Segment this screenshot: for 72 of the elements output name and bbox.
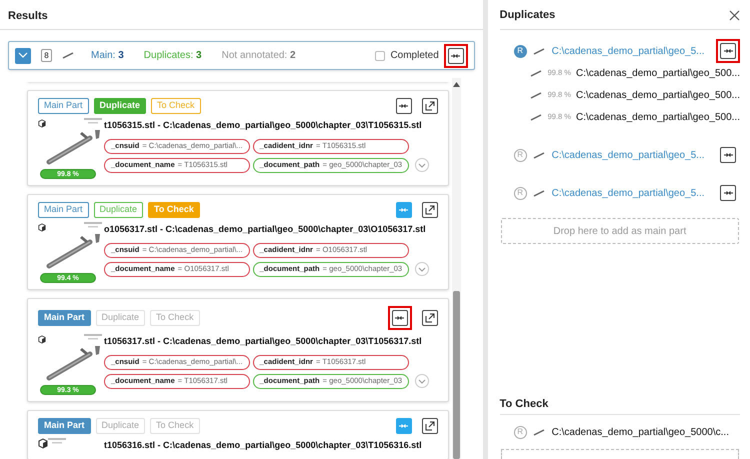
arrow-out-icon bbox=[424, 205, 435, 215]
tag-button[interactable]: Main Part bbox=[38, 98, 89, 114]
tag-button[interactable]: Duplicate bbox=[94, 98, 146, 114]
open-button[interactable] bbox=[422, 310, 438, 326]
merge-button[interactable] bbox=[720, 185, 736, 201]
drop-zone[interactable]: Drop here to add as main part bbox=[500, 218, 739, 244]
file-link[interactable]: C:\cadenas_demo_partial\geo_5... bbox=[552, 186, 705, 200]
arrow-out-icon bbox=[424, 313, 435, 323]
count-badge: 8 bbox=[41, 49, 52, 62]
open-button[interactable] bbox=[422, 418, 438, 434]
line-part-icon bbox=[530, 90, 542, 100]
file-title: o1056317.stl - C:\cadenas_demo_partial\geo_5000\chapter_03\O1056317.stl bbox=[104, 223, 427, 236]
thumbnail-caption-drawing bbox=[84, 118, 102, 124]
merge-button[interactable] bbox=[448, 48, 464, 64]
expand-toggle[interactable] bbox=[15, 48, 31, 64]
chevron-down-icon bbox=[418, 162, 426, 168]
file-path: C:\cadenas_demo_partial\geo_500... bbox=[576, 66, 740, 80]
stat-label: Duplicates: 3 bbox=[144, 49, 202, 63]
merge-button[interactable] bbox=[396, 98, 412, 114]
line-part-icon bbox=[530, 68, 542, 78]
role-badge: R bbox=[514, 426, 527, 438]
open-button[interactable] bbox=[422, 98, 438, 114]
line-part-icon bbox=[532, 150, 545, 160]
file-path: C:\cadenas_demo_partial\geo_5000\c... bbox=[552, 426, 729, 440]
role-badge: R bbox=[514, 148, 527, 162]
file-title: t1056315.stl - C:\cadenas_demo_partial\geo_5000\chapter_03\T1056315.stl bbox=[104, 119, 423, 132]
tag-button[interactable]: Main Part bbox=[38, 418, 91, 434]
line-part-icon bbox=[530, 112, 542, 122]
checkbox-label: Completed bbox=[390, 49, 439, 63]
thumbnail-caption-drawing bbox=[84, 334, 102, 340]
chevron-down-icon bbox=[418, 378, 426, 384]
cube-icon[interactable] bbox=[38, 222, 46, 233]
file-link[interactable]: C:\cadenas_demo_partial\geo_5... bbox=[552, 148, 705, 162]
scroll-up-icon[interactable] bbox=[452, 82, 460, 86]
chevron-down-icon bbox=[418, 266, 426, 272]
checkbox[interactable] bbox=[375, 50, 386, 60]
file-link[interactable]: C:\cadenas_demo_partial\geo_5... bbox=[552, 44, 705, 58]
tag-button[interactable]: Duplicate bbox=[94, 202, 144, 218]
merge-button[interactable] bbox=[392, 310, 408, 326]
merge-button[interactable] bbox=[720, 43, 736, 59]
open-button[interactable] bbox=[422, 202, 438, 218]
panel-title: Results bbox=[0, 0, 483, 30]
line-part-icon bbox=[532, 428, 545, 436]
file-title: t1056317.stl - C:\cadenas_demo_partial\geo_5000\chapter_03\T1056317.stl bbox=[104, 335, 423, 348]
role-badge: R bbox=[514, 44, 527, 58]
role-badge: R bbox=[514, 186, 527, 200]
cube-icon[interactable] bbox=[38, 334, 46, 345]
chevron-icon bbox=[18, 52, 28, 59]
arrow-out-icon bbox=[424, 421, 435, 431]
line-part-icon bbox=[532, 188, 545, 198]
scroll-thumb[interactable] bbox=[452, 291, 460, 459]
file-path: C:\cadenas_demo_partial\geo_500... bbox=[576, 88, 740, 102]
file-path: C:\cadenas_demo_partial\geo_500... bbox=[576, 110, 740, 124]
scrollbar[interactable] bbox=[452, 78, 461, 459]
section-title: To Check bbox=[500, 395, 740, 415]
cube-icon[interactable] bbox=[38, 438, 48, 449]
merge-button[interactable] bbox=[720, 147, 736, 163]
stat-label: Not annotated: 2 bbox=[222, 49, 296, 63]
file-title: t1056316.stl - C:\cadenas_demo_partial\geo_5000\chapter_03\T1056316.stl bbox=[104, 439, 422, 452]
line-part-icon bbox=[62, 51, 74, 60]
thumbnail-caption-drawing bbox=[84, 222, 102, 228]
tag-button[interactable]: To Check bbox=[151, 98, 201, 114]
tag-button[interactable]: To Check bbox=[148, 202, 200, 218]
panel-title: Duplicates bbox=[500, 8, 556, 24]
stat-label: Main: 3 bbox=[91, 49, 124, 63]
cube-icon[interactable] bbox=[38, 118, 46, 129]
line-part-icon bbox=[532, 46, 545, 56]
thumbnail-caption-drawing bbox=[48, 438, 66, 444]
tag-button[interactable]: Main Part bbox=[38, 202, 89, 218]
tag-button[interactable]: Main Part bbox=[38, 310, 91, 326]
close-icon[interactable] bbox=[729, 10, 740, 21]
arrow-out-icon bbox=[424, 101, 435, 111]
